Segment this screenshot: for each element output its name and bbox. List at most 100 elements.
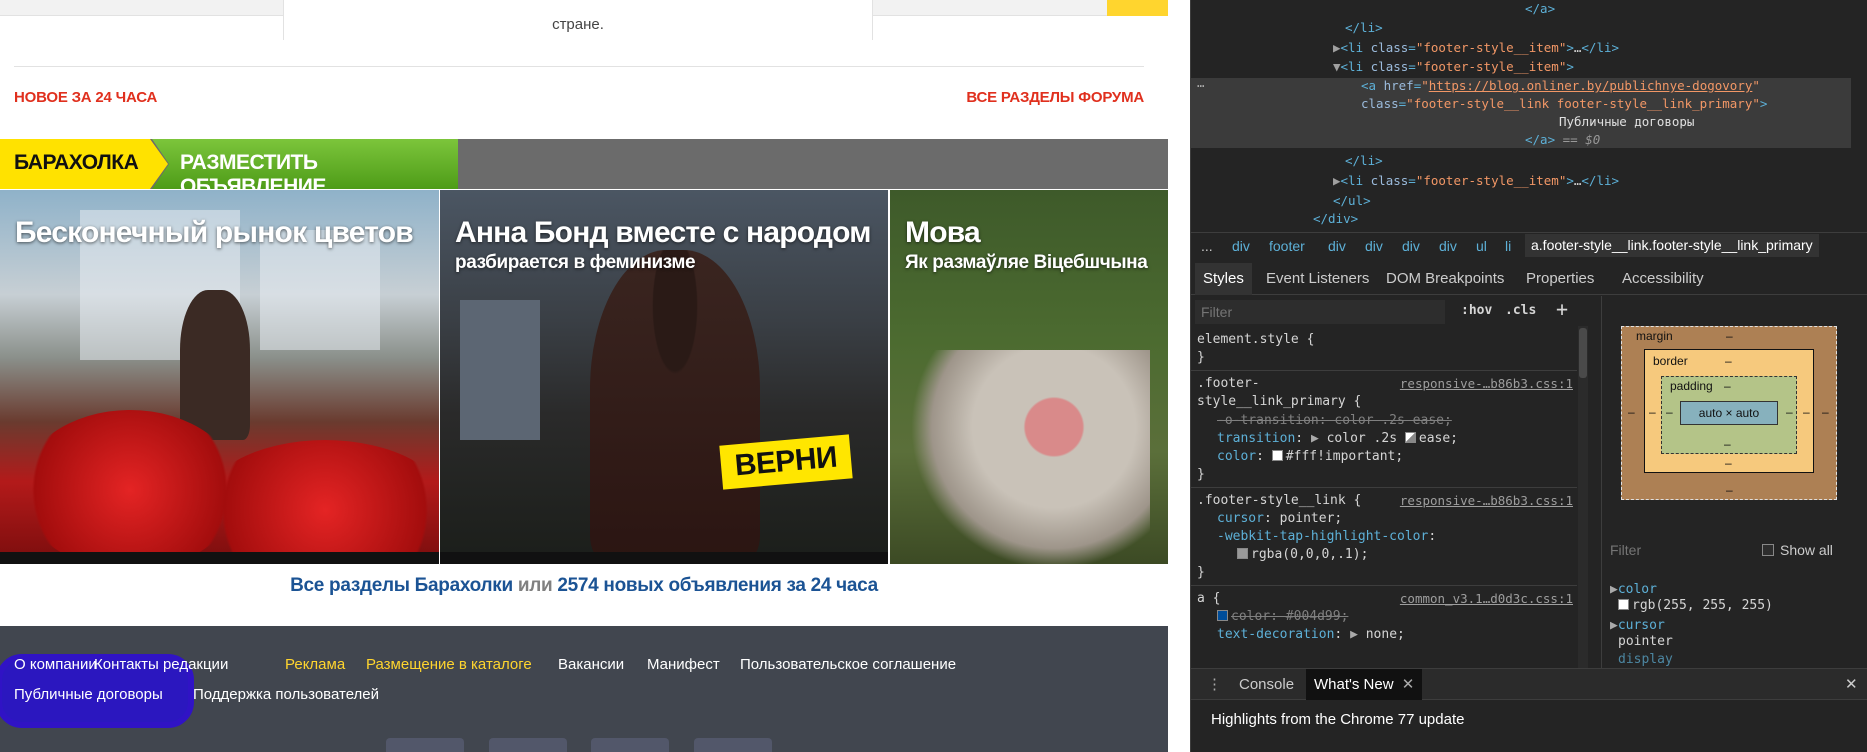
footer-link-public-contracts[interactable]: Публичные договоры <box>14 686 163 703</box>
forum-new-24h-link[interactable]: НОВОЕ ЗА 24 ЧАСА <box>14 89 157 106</box>
footer-link-support[interactable]: Поддержка пользователей <box>193 686 379 703</box>
styles-pane: :hov .cls + element.style { } .footer- r… <box>1191 296 1591 668</box>
boxmodel-margin[interactable]: margin – – – – border – – – – padding – … <box>1621 326 1837 500</box>
li-node[interactable]: ▶<li class="footer-style__item">…</li> <box>1333 40 1619 55</box>
breadcrumb-more[interactable]: ... <box>1201 238 1213 254</box>
tab-styles[interactable]: Styles <box>1195 263 1252 295</box>
rule2-selector[interactable]: .footer-style__link { <box>1197 493 1361 508</box>
breadcrumb-div[interactable]: div <box>1402 238 1420 254</box>
rule3-source-link[interactable]: common_v3.1…d0d3c.css:1 <box>1400 591 1573 606</box>
styles-scrollbar[interactable] <box>1578 326 1588 668</box>
footer-link-catalog[interactable]: Размещение в каталоге <box>366 656 532 673</box>
rule1-source-link[interactable]: responsive-…b86b3.css:1 <box>1400 376 1573 391</box>
color-swatch-icon[interactable] <box>1618 599 1629 610</box>
footer-link-editorial[interactable]: Контакты редакции <box>94 656 228 673</box>
rule2-source-link[interactable]: responsive-…b86b3.css:1 <box>1400 493 1573 508</box>
rule2-prop-tap-value[interactable]: rgba(0,0,0,.1); <box>1237 547 1368 562</box>
promo-tile-flowers[interactable]: Бесконечный рынок цветов <box>0 190 439 564</box>
drawer-menu-icon[interactable]: ⋮ <box>1199 669 1230 700</box>
drawer-tab-console[interactable]: Console <box>1231 669 1302 700</box>
rule2-prop-tap-highlight[interactable]: -webkit-tap-highlight-color: <box>1217 529 1436 544</box>
prop-name: text-decoration <box>1217 627 1335 642</box>
rule1-prop-transition[interactable]: transition: ▶ color .2s ease; <box>1217 431 1458 446</box>
turkey-shape <box>910 350 1150 564</box>
a-href[interactable]: https://blog.onliner.by/publichnye-dogov… <box>1429 78 1753 93</box>
social-button[interactable] <box>386 738 464 752</box>
scrollbar-thumb[interactable] <box>1579 328 1587 378</box>
computed-prop-display[interactable]: display <box>1618 652 1673 667</box>
expand-triangle-icon[interactable]: ▶ <box>1333 173 1341 188</box>
breadcrumb-div[interactable]: div <box>1439 238 1457 254</box>
boxmodel-value: – <box>1666 405 1673 419</box>
color-swatch-icon[interactable] <box>1217 610 1228 621</box>
expand-triangle-icon[interactable]: ▶ <box>1311 431 1319 446</box>
all-baraholka-sections-link[interactable]: Все разделы Барахолки <box>290 575 513 596</box>
styles-filter-input[interactable] <box>1195 300 1445 324</box>
expand-triangle-icon[interactable]: ▶ <box>1610 618 1618 633</box>
promo-tile-anna-bond[interactable]: ВЕРНИ Анна Бонд вместе с народом разбира… <box>440 190 888 564</box>
rule3-selector[interactable]: a { <box>1197 591 1220 606</box>
elements-tree: </a> </li> ▶<li class="footer-style__ite… <box>1191 0 1867 232</box>
computed-prop-cursor[interactable]: ▶cursor <box>1610 618 1665 633</box>
collapse-triangle-icon[interactable]: ▼ <box>1333 59 1341 74</box>
social-button[interactable] <box>591 738 669 752</box>
color-swatch-icon[interactable] <box>1271 450 1283 461</box>
show-all-toggle[interactable]: Show all <box>1762 542 1833 558</box>
tab-event-listeners[interactable]: Event Listeners <box>1258 263 1377 295</box>
expand-triangle-icon[interactable]: ▶ <box>1333 40 1341 55</box>
rule3-prop-color[interactable]: color: #004d99; <box>1217 609 1348 624</box>
tab-accessibility[interactable]: Accessibility <box>1614 263 1712 295</box>
footer-link-user-agreement[interactable]: Пользовательское соглашение <box>740 656 956 673</box>
color-swatch-icon[interactable] <box>1237 548 1248 559</box>
breadcrumb-div[interactable]: div <box>1365 238 1383 254</box>
breadcrumb-div[interactable]: div <box>1232 238 1250 254</box>
social-button[interactable] <box>489 738 567 752</box>
post-ad-button[interactable]: РАЗМЕСТИТЬ ОБЪЯВЛЕНИЕ <box>152 139 458 189</box>
rule3-prop-text-decoration[interactable]: text-decoration: ▶ none; <box>1217 627 1405 642</box>
drawer-tab-whats-new[interactable]: What's New ✕ <box>1306 669 1423 700</box>
boxmodel-value: – <box>1725 354 1732 368</box>
computed-filter-input[interactable] <box>1610 542 1730 558</box>
close-tab-icon[interactable]: ✕ <box>1402 676 1415 693</box>
computed-prop-color[interactable]: ▶color <box>1610 582 1657 597</box>
a-node[interactable]: <a href="https://blog.onliner.by/publich… <box>1361 78 1760 93</box>
rule1-selector-a[interactable]: .footer- <box>1197 376 1260 391</box>
close-icon[interactable]: ✕ <box>1837 669 1866 700</box>
social-button[interactable] <box>694 738 772 752</box>
boxmodel-border[interactable]: border – – – – padding – – – – auto × au… <box>1644 349 1814 473</box>
footer-link-jobs[interactable]: Вакансии <box>558 656 624 673</box>
tab-dom-breakpoints[interactable]: DOM Breakpoints <box>1378 263 1512 295</box>
breadcrumb-footer[interactable]: footer <box>1269 238 1305 254</box>
tab-properties[interactable]: Properties <box>1518 263 1602 295</box>
expand-triangle-icon[interactable]: ▶ <box>1610 582 1618 597</box>
footer-link-about[interactable]: О компании <box>14 656 97 673</box>
rule2-prop-cursor[interactable]: cursor: pointer; <box>1217 511 1342 526</box>
boxmodel-content[interactable]: auto × auto <box>1680 401 1778 425</box>
breadcrumb-div[interactable]: div <box>1328 238 1346 254</box>
baraholka-title[interactable]: БАРАХОЛКА <box>0 139 168 189</box>
li-node-open[interactable]: ▼<li class="footer-style__item"> <box>1333 59 1574 74</box>
new-ads-link[interactable]: 2574 новых объявления за 24 часа <box>557 575 878 596</box>
bezier-icon[interactable] <box>1404 432 1416 443</box>
more-dots-icon[interactable]: ⋯ <box>1197 78 1205 93</box>
boxmodel-padding[interactable]: padding – – – – auto × auto <box>1661 376 1797 454</box>
rule1-prop-o-transition[interactable]: -o-transition: color .2s ease; <box>1217 413 1452 428</box>
plus-icon[interactable]: + <box>1556 297 1568 321</box>
breadcrumb-li[interactable]: li <box>1505 238 1511 254</box>
footer-link-manifest[interactable]: Манифест <box>647 656 720 673</box>
cls-toggle[interactable]: .cls <box>1505 303 1536 318</box>
promo-tile-mova[interactable]: Мова Як размаўляе Віцебшчына <box>890 190 1168 564</box>
element-style-open[interactable]: element.style { <box>1197 332 1314 347</box>
prop-name: cursor <box>1617 618 1665 633</box>
forum-all-sections-link[interactable]: ВСЕ РАЗДЕЛЫ ФОРУМА <box>966 89 1144 106</box>
expand-triangle-icon[interactable]: ▶ <box>1350 627 1358 642</box>
show-all-checkbox[interactable] <box>1762 544 1774 556</box>
footer-link-ads[interactable]: Реклама <box>285 656 345 673</box>
a-text-node[interactable]: Публичные договоры <box>1559 114 1694 129</box>
hov-toggle[interactable]: :hov <box>1461 303 1492 318</box>
rule1-prop-color[interactable]: color: #fff!important; <box>1217 449 1403 464</box>
rule1-selector-b[interactable]: style__link_primary { <box>1197 394 1361 409</box>
breadcrumb-ul[interactable]: ul <box>1476 238 1487 254</box>
li-node[interactable]: ▶<li class="footer-style__item">…</li> <box>1333 173 1619 188</box>
breadcrumb-a-active[interactable]: a.footer-style__link.footer-style__link_… <box>1525 234 1819 257</box>
